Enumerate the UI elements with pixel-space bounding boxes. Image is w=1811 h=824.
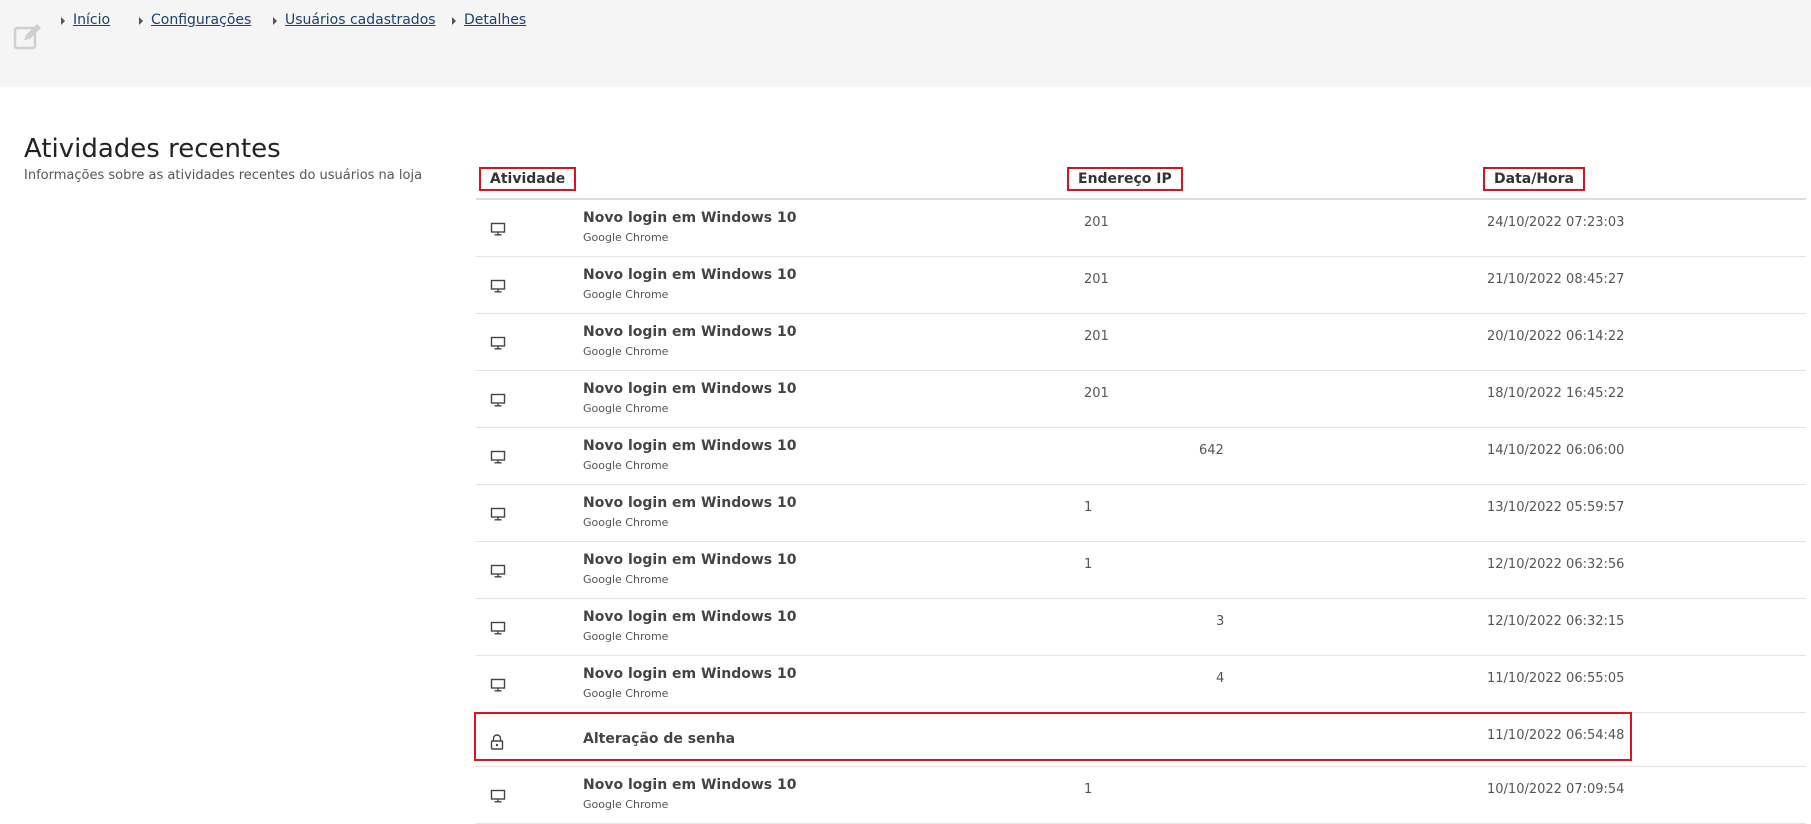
monitor-icon — [490, 449, 506, 468]
column-header-ip: Endereço IP — [1067, 167, 1183, 191]
monitor-icon — [490, 620, 506, 639]
row-activity-title: Novo login em Windows 10 — [583, 609, 797, 625]
monitor-icon — [490, 506, 506, 525]
row-ip-address: 201 — [1084, 329, 1109, 344]
monitor-icon — [490, 563, 506, 582]
row-ip-address: 201 — [1084, 215, 1109, 230]
row-datetime: 12/10/2022 06:32:15 — [1487, 614, 1625, 629]
row-browser: Google Chrome — [583, 459, 669, 472]
table-row: Novo login em Windows 10 Google Chrome 642… — [476, 428, 1806, 485]
row-ip-address: 201 — [1084, 386, 1109, 401]
monitor-icon — [490, 278, 506, 297]
monitor-icon — [490, 392, 506, 411]
row-activity-title: Alteração de senha — [583, 731, 736, 747]
table-body: Novo login em Windows 10 Google Chrome 201… — [474, 200, 1806, 824]
column-header-activity: Atividade — [479, 167, 577, 191]
monitor-icon — [490, 677, 506, 696]
row-datetime: 12/10/2022 06:32:56 — [1487, 557, 1625, 572]
row-browser: Google Chrome — [583, 288, 669, 301]
monitor-icon — [490, 221, 506, 240]
row-activity-title: Novo login em Windows 10 — [583, 381, 797, 397]
table-row: Novo login em Windows 10 Google Chrome 4 11… — [476, 656, 1806, 713]
table-row: Novo login em Windows 10 Google Chrome 201… — [476, 371, 1806, 428]
table-row: Novo login em Windows 10 Google Chrome 3 12… — [476, 599, 1806, 656]
breadcrumb-home-link[interactable]: Início — [60, 12, 110, 28]
row-ip-address: 1 — [1084, 782, 1093, 797]
row-datetime: 24/10/2022 07:23:03 — [1487, 215, 1625, 230]
row-browser: Google Chrome — [583, 687, 669, 700]
table-row: Novo login em Windows 10 Google Chrome 201… — [476, 200, 1806, 257]
lock-icon — [490, 734, 504, 754]
monitor-icon — [490, 788, 506, 807]
row-ip-address: 642 — [1199, 443, 1224, 458]
row-datetime: 10/10/2022 07:09:54 — [1487, 782, 1625, 797]
row-ip-address: 4 — [1216, 671, 1225, 686]
row-datetime: 11/10/2022 06:54:48 — [1487, 728, 1625, 743]
table-row: Novo login em Windows 10 Google Chrome 1 12… — [476, 542, 1806, 599]
row-datetime: 11/10/2022 06:55:05 — [1487, 671, 1625, 686]
row-browser: Google Chrome — [583, 573, 669, 586]
row-ip-address: 1 — [1084, 500, 1093, 515]
row-browser: Google Chrome — [583, 798, 669, 811]
breadcrumb-settings-link[interactable]: Configurações — [138, 12, 251, 28]
row-activity-title: Novo login em Windows 10 — [583, 495, 797, 511]
row-browser: Google Chrome — [583, 516, 669, 529]
table-row: Novo login em Windows 10 Google Chrome 201… — [476, 314, 1806, 371]
row-browser: Google Chrome — [583, 402, 669, 415]
row-activity-title: Novo login em Windows 10 — [583, 267, 797, 283]
row-ip-address: 201 — [1084, 272, 1109, 287]
row-activity-title: Novo login em Windows 10 — [583, 666, 797, 682]
row-browser: Google Chrome — [583, 231, 669, 244]
row-ip-address: 3 — [1216, 614, 1225, 629]
breadcrumb-users-link[interactable]: Usuários cadastrados — [273, 12, 436, 28]
monitor-icon — [490, 335, 506, 354]
activity-table: Atividade Endereço IP Data/Hora Novo log… — [474, 160, 1806, 824]
page-title: Atividades recentes — [24, 134, 281, 164]
top-bar: Início Configurações Usuários cadastrado… — [0, 0, 1811, 87]
column-header-date: Data/Hora — [1483, 167, 1586, 191]
row-activity-title: Novo login em Windows 10 — [583, 324, 797, 340]
row-activity-title: Novo login em Windows 10 — [583, 210, 797, 226]
table-header: Atividade Endereço IP Data/Hora — [476, 160, 1806, 200]
row-ip-address: 1 — [1084, 557, 1093, 572]
row-browser: Google Chrome — [583, 630, 669, 643]
row-datetime: 21/10/2022 08:45:27 — [1487, 272, 1625, 287]
row-activity-title: Novo login em Windows 10 — [583, 438, 797, 454]
row-datetime: 14/10/2022 06:06:00 — [1487, 443, 1625, 458]
table-row: Alteração de senha 11/10/2022 06:54:48 — [474, 712, 1806, 767]
row-activity-title: Novo login em Windows 10 — [583, 552, 797, 568]
row-activity-title: Novo login em Windows 10 — [583, 777, 797, 793]
row-datetime: 13/10/2022 05:59:57 — [1487, 500, 1625, 515]
row-datetime: 18/10/2022 16:45:22 — [1487, 386, 1625, 401]
table-row: Novo login em Windows 10 Google Chrome 1 10… — [476, 767, 1806, 824]
edit-icon — [13, 22, 43, 56]
row-browser: Google Chrome — [583, 345, 669, 358]
page-subtitle: Informações sobre as atividades recentes… — [24, 168, 423, 183]
table-row: Novo login em Windows 10 Google Chrome 201… — [476, 257, 1806, 314]
table-row: Novo login em Windows 10 Google Chrome 1 13… — [476, 485, 1806, 542]
breadcrumb-details-link[interactable]: Detalhes — [451, 12, 526, 28]
row-datetime: 20/10/2022 06:14:22 — [1487, 329, 1625, 344]
